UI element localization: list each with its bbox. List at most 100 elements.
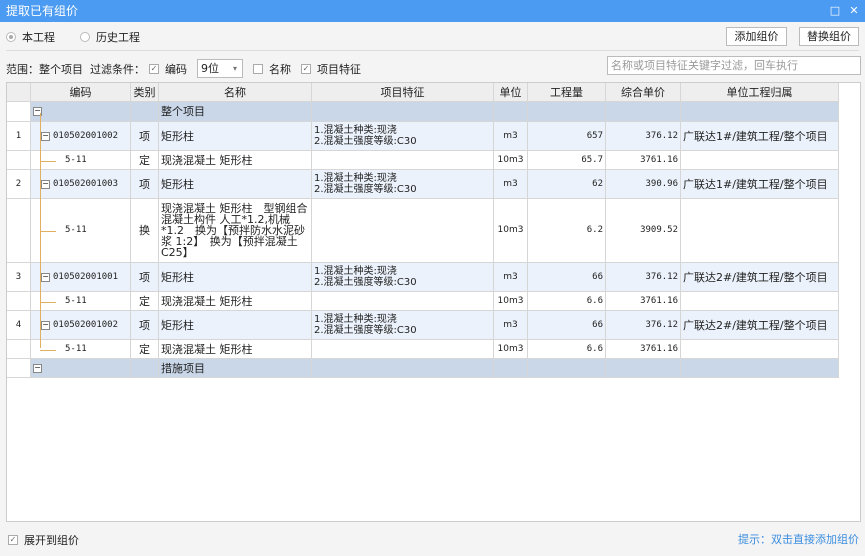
expand-checkbox[interactable]: ✓ 展开到组价 — [8, 532, 79, 548]
filter-label: 过滤条件： — [90, 62, 145, 76]
cat-text: 项 — [139, 318, 150, 332]
owner-text: 广联达2#/建筑工程/整个项目 — [683, 270, 828, 284]
feature-checkbox[interactable]: ✓ — [301, 63, 311, 74]
code-digits-select[interactable]: 9位 — [197, 59, 243, 78]
cat-text: 定 — [139, 342, 150, 356]
col-header[interactable]: 名称 — [159, 83, 312, 101]
name-text: 现浇混凝土 矩形柱 — [161, 294, 253, 308]
cell-qty: 6.6 — [528, 340, 606, 358]
scope-label: 范围：整个项目 — [6, 62, 83, 76]
close-icon[interactable]: ✕ — [845, 0, 863, 22]
unit-text: m3 — [503, 178, 518, 189]
cell-unit — [494, 102, 528, 121]
add-price-button[interactable]: 添加组价 — [726, 27, 787, 46]
name-checkbox[interactable] — [253, 63, 263, 74]
cell-price: 3761.16 — [606, 151, 681, 169]
group-row[interactable]: − 措施项目 — [7, 359, 839, 378]
collapse-icon[interactable]: − — [41, 179, 50, 189]
cell-feature — [312, 359, 494, 377]
feature-text: 1.混凝土种类:现浇 2.混凝土强度等级:C30 — [314, 314, 417, 336]
no-text: 4 — [15, 319, 22, 330]
col-header[interactable]: 工程量 — [528, 83, 606, 101]
sub-row[interactable]: 5-11 定现浇混凝土 矩形柱 10m3 6.6 3761.16 — [7, 292, 839, 311]
radio-unchecked-icon — [80, 32, 90, 42]
cell-unit: m3 — [494, 122, 528, 150]
col-header[interactable]: 综合单价 — [606, 83, 681, 101]
search-input[interactable]: 名称或项目特征关键字过滤，回车执行 — [607, 56, 861, 75]
cell-cat: 项 — [131, 311, 159, 339]
sub-row[interactable]: 5-11 定现浇混凝土 矩形柱 10m3 6.6 3761.16 — [7, 340, 839, 359]
collapse-icon[interactable]: − — [41, 272, 50, 282]
table-row[interactable]: 3 −010502001001 项矩形柱 1.混凝土种类:现浇 2.混凝土强度等级:C… — [7, 263, 839, 292]
sub-row[interactable]: 5-11 定现浇混凝土 矩形柱 10m3 65.7 3761.16 — [7, 151, 839, 170]
cell-no: 3 — [7, 263, 31, 291]
cell-code: −010502001002 — [31, 311, 131, 339]
price-text: 3909.52 — [640, 225, 678, 235]
price-text: 3761.16 — [640, 295, 678, 306]
name-text: 现浇混凝土 矩形柱 — [161, 153, 253, 167]
collapse-icon[interactable]: − — [41, 131, 50, 141]
code-label: 编码 — [165, 62, 187, 76]
radio-current-project[interactable]: 本工程 — [6, 29, 55, 45]
sub-row[interactable]: 5-11 换现浇混凝土 矩形柱 型钢组合混凝土构件 人工*1.2,机械*1.2 换… — [7, 199, 839, 263]
col-header[interactable]: 类别 — [131, 83, 159, 101]
feature-text: 1.混凝土种类:现浇 2.混凝土强度等级:C30 — [314, 125, 417, 147]
qty-text: 66 — [592, 319, 603, 330]
cell-name: 矩形柱 — [159, 311, 312, 339]
price-text: 3761.16 — [640, 343, 678, 354]
cell-cat — [131, 359, 159, 377]
expand-checkbox-box[interactable]: ✓ — [8, 535, 18, 545]
qty-text: 657 — [586, 130, 603, 141]
name-text: 矩形柱 — [161, 177, 194, 191]
col-header[interactable]: 单位 — [494, 83, 528, 101]
owner-text: 广联达2#/建筑工程/整个项目 — [683, 318, 828, 332]
replace-price-button[interactable]: 替换组价 — [799, 27, 859, 46]
radio-checked-icon — [6, 32, 16, 42]
cell-unit: m3 — [494, 170, 528, 198]
table-row[interactable]: 1 −010502001002 项矩形柱 1.混凝土种类:现浇 2.混凝土强度等级:C… — [7, 122, 839, 151]
unit-text: 10m3 — [497, 343, 524, 354]
cell-feature: 1.混凝土种类:现浇 2.混凝土强度等级:C30 — [312, 170, 494, 198]
price-table: 编码 类别 名称 项目特征 单位 工程量 综合单价 单位工程归属 − 整个项目 1−… — [6, 82, 861, 522]
code-text: 5-11 — [65, 343, 87, 354]
collapse-icon[interactable]: − — [41, 320, 50, 330]
tree-line — [40, 349, 56, 351]
cell-qty: 6.2 — [528, 199, 606, 262]
cell-name: 现浇混凝土 矩形柱 — [159, 292, 312, 310]
cell-unit: 10m3 — [494, 292, 528, 310]
table-row[interactable]: 4 −010502001002 项矩形柱 1.混凝土种类:现浇 2.混凝土强度等级:C… — [7, 311, 839, 340]
maximize-icon[interactable]: □ — [826, 0, 844, 22]
cat-text: 项 — [139, 270, 150, 284]
cell-price: 3761.16 — [606, 340, 681, 358]
cell-cat — [131, 102, 159, 121]
collapse-icon[interactable]: − — [33, 363, 42, 373]
unit-text: 10m3 — [497, 295, 524, 306]
qty-text: 62 — [592, 178, 603, 189]
cell-name: 矩形柱 — [159, 170, 312, 198]
name-text: 矩形柱 — [161, 270, 194, 284]
cell-unit: m3 — [494, 263, 528, 291]
cell-qty: 6.6 — [528, 292, 606, 310]
cell-price: 390.96 — [606, 170, 681, 198]
cell-unit: 10m3 — [494, 340, 528, 358]
cell-price: 376.12 — [606, 122, 681, 150]
radio-history-project[interactable]: 历史工程 — [80, 29, 140, 45]
cell-unit: m3 — [494, 311, 528, 339]
table-row[interactable]: 2 −010502001003 项矩形柱 1.混凝土种类:现浇 2.混凝土强度等级:C… — [7, 170, 839, 199]
cell-qty: 62 — [528, 170, 606, 198]
cell-cat: 定 — [131, 292, 159, 310]
cell-feature: 1.混凝土种类:现浇 2.混凝土强度等级:C30 — [312, 263, 494, 291]
qty-text: 6.2 — [586, 225, 603, 235]
col-header[interactable]: 项目特征 — [312, 83, 494, 101]
cell-no — [7, 340, 31, 358]
col-header[interactable]: 单位工程归属 — [681, 83, 839, 101]
cell-owner: 广联达2#/建筑工程/整个项目 — [681, 263, 839, 291]
cell-unit — [494, 359, 528, 377]
col-header[interactable]: 编码 — [31, 83, 131, 101]
group-row[interactable]: − 整个项目 — [7, 102, 839, 122]
table-header: 编码 类别 名称 项目特征 单位 工程量 综合单价 单位工程归属 — [7, 83, 839, 102]
cell-no — [7, 292, 31, 310]
name-text: 现浇混凝土 矩形柱 — [161, 342, 253, 356]
code-text: 010502001002 — [53, 130, 119, 141]
code-checkbox[interactable]: ✓ — [149, 63, 159, 74]
